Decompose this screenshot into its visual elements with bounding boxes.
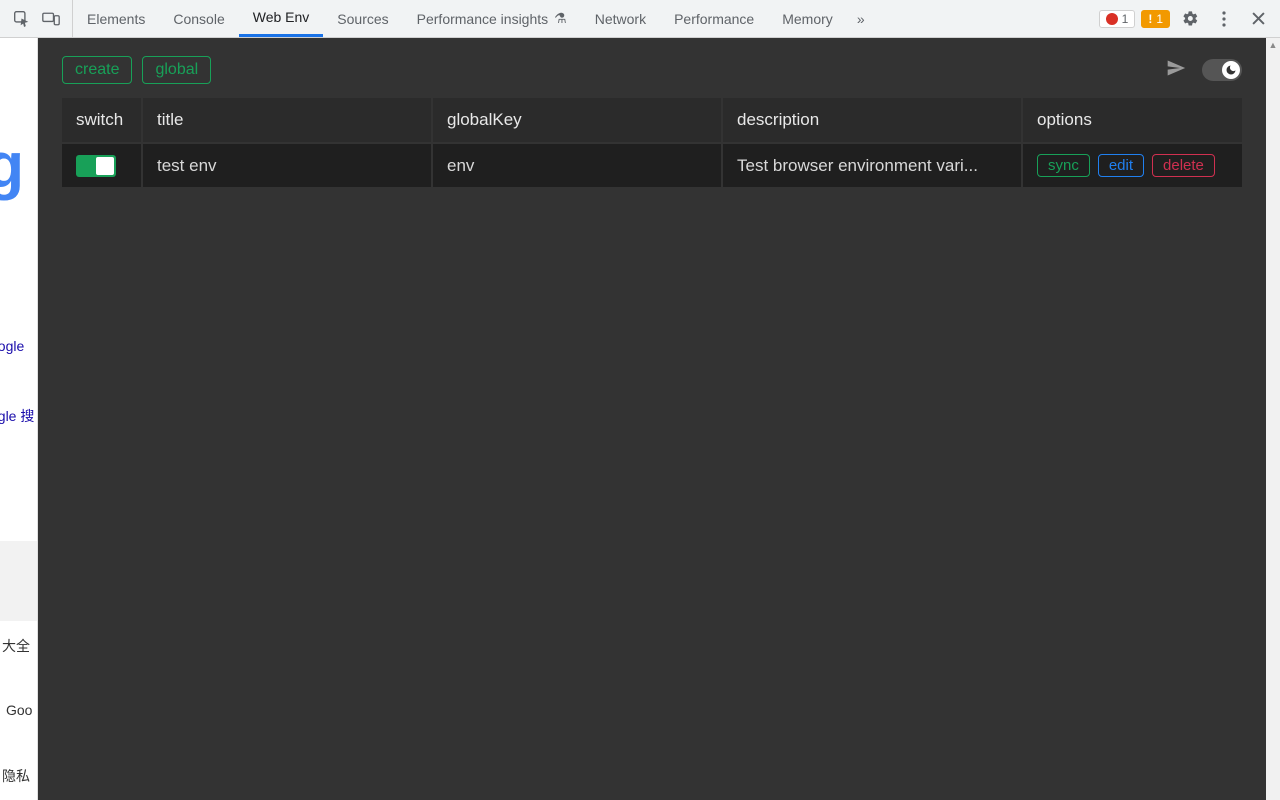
device-toolbar-icon[interactable] bbox=[36, 0, 66, 38]
tab-performance[interactable]: Performance bbox=[660, 0, 768, 37]
web-env-panel: create global switch title globalKey des… bbox=[38, 38, 1266, 800]
error-dot-icon bbox=[1106, 13, 1118, 25]
scroll-up-arrow-icon[interactable]: ▲ bbox=[1266, 38, 1280, 52]
warning-badge[interactable]: ! 1 bbox=[1141, 10, 1170, 28]
sliver-text-4: Goo bbox=[6, 702, 32, 718]
tab-memory[interactable]: Memory bbox=[768, 0, 847, 37]
global-button[interactable]: global bbox=[142, 56, 211, 84]
table-header-row: switch title globalKey description optio… bbox=[62, 98, 1242, 143]
devtools-tab-bar: Elements Console Web Env Sources Perform… bbox=[0, 0, 1280, 38]
toolbar-right bbox=[1166, 58, 1242, 83]
row-description: Test browser environment vari... bbox=[722, 143, 1022, 187]
send-plane-icon[interactable] bbox=[1166, 58, 1186, 83]
row-globalkey: env bbox=[432, 143, 722, 187]
beaker-icon: ⚗ bbox=[554, 10, 567, 27]
devtools-tabs: Elements Console Web Env Sources Perform… bbox=[73, 0, 1091, 37]
edit-button[interactable]: edit bbox=[1098, 154, 1144, 177]
settings-gear-icon[interactable] bbox=[1176, 0, 1204, 38]
devtools-right-controls: 1 ! 1 bbox=[1091, 0, 1280, 37]
table-row: test env env Test browser environment va… bbox=[62, 143, 1242, 187]
sliver-text-1: oogle bbox=[0, 338, 24, 354]
env-table: switch title globalKey description optio… bbox=[62, 98, 1242, 187]
row-enable-toggle[interactable] bbox=[76, 155, 116, 177]
row-option-buttons: sync edit delete bbox=[1037, 154, 1228, 177]
tab-web-env[interactable]: Web Env bbox=[239, 0, 324, 37]
kebab-menu-icon[interactable] bbox=[1210, 0, 1238, 38]
sliver-text-2: ogle 搜 bbox=[0, 406, 34, 426]
warning-count: 1 bbox=[1156, 12, 1163, 26]
toggle-knob bbox=[96, 157, 114, 175]
moon-icon bbox=[1225, 64, 1237, 76]
toolbar-left: create global bbox=[62, 56, 211, 84]
error-count: 1 bbox=[1122, 12, 1129, 26]
sync-button[interactable]: sync bbox=[1037, 154, 1090, 177]
tab-console[interactable]: Console bbox=[159, 0, 238, 37]
tab-performance-insights[interactable]: Performance insights ⚗ bbox=[403, 0, 581, 37]
warning-icon: ! bbox=[1148, 12, 1152, 26]
inspect-element-icon[interactable] bbox=[6, 0, 36, 38]
sliver-footer-bg bbox=[0, 541, 37, 621]
underlying-page-sliver: og oogle ogle 搜 大全 Goo 隐私 bbox=[0, 38, 38, 800]
google-logo-fragment: og bbox=[0, 128, 20, 202]
tab-elements[interactable]: Elements bbox=[73, 0, 159, 37]
sliver-text-3: 大全 bbox=[2, 636, 30, 656]
row-title: test env bbox=[142, 143, 432, 187]
col-globalkey: globalKey bbox=[432, 98, 722, 143]
vertical-scrollbar[interactable]: ▲ bbox=[1266, 38, 1280, 800]
sliver-text-5: 隐私 bbox=[2, 766, 30, 786]
col-switch: switch bbox=[62, 98, 142, 143]
tabs-overflow-icon[interactable]: » bbox=[847, 0, 875, 37]
col-title: title bbox=[142, 98, 432, 143]
tab-label: Performance insights bbox=[417, 11, 549, 27]
tab-sources[interactable]: Sources bbox=[323, 0, 402, 37]
devtools-left-icons bbox=[0, 0, 73, 37]
col-options: options bbox=[1022, 98, 1242, 143]
tab-network[interactable]: Network bbox=[581, 0, 660, 37]
theme-toggle[interactable] bbox=[1202, 59, 1242, 81]
delete-button[interactable]: delete bbox=[1152, 154, 1215, 177]
col-description: description bbox=[722, 98, 1022, 143]
theme-toggle-knob bbox=[1222, 61, 1240, 79]
error-badge[interactable]: 1 bbox=[1099, 10, 1136, 28]
create-button[interactable]: create bbox=[62, 56, 132, 84]
panel-toolbar: create global bbox=[62, 56, 1242, 84]
close-devtools-icon[interactable] bbox=[1244, 0, 1272, 38]
